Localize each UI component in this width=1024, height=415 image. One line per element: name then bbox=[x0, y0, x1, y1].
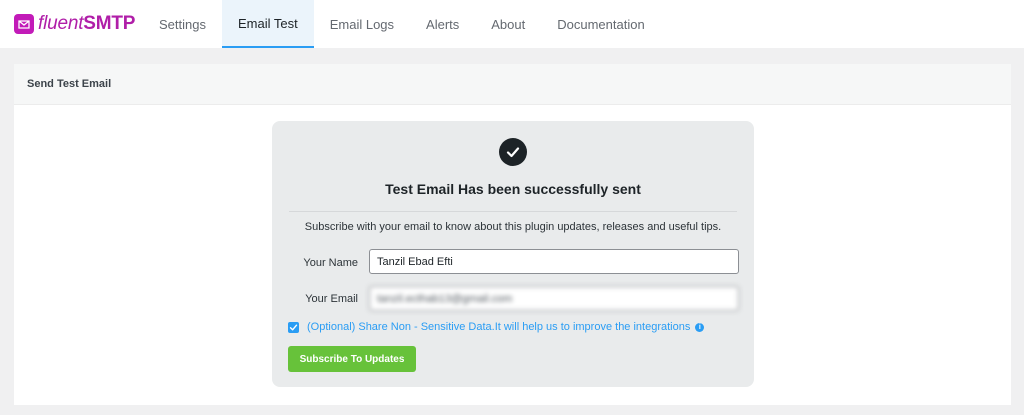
send-test-email-panel: Send Test Email Test Email Has been succ… bbox=[14, 64, 1011, 405]
info-icon[interactable]: i bbox=[695, 322, 705, 332]
email-field[interactable] bbox=[369, 286, 739, 311]
brand-logo[interactable]: fluentSMTP bbox=[0, 0, 143, 48]
top-navigation-bar: fluentSMTP Settings Email Test Email Log… bbox=[0, 0, 1024, 48]
success-title: Test Email Has been successfully sent bbox=[385, 181, 641, 197]
envelope-logo-icon bbox=[14, 14, 34, 34]
subscribe-button[interactable]: Subscribe To Updates bbox=[288, 346, 416, 372]
tab-email-test[interactable]: Email Test bbox=[221, 0, 314, 48]
email-label: Your Email bbox=[305, 293, 358, 305]
main-nav: Settings Email Test Email Logs Alerts Ab… bbox=[143, 0, 661, 48]
panel-title: Send Test Email bbox=[14, 64, 1011, 105]
optional-share-row: (Optional) Share Non - Sensitive Data.It… bbox=[288, 321, 705, 333]
tab-documentation[interactable]: Documentation bbox=[541, 0, 660, 48]
name-label: Your Name bbox=[303, 257, 358, 269]
brand-name: fluentSMTP bbox=[38, 13, 136, 34]
tab-about[interactable]: About bbox=[475, 0, 541, 48]
share-data-checkbox[interactable] bbox=[288, 321, 299, 333]
name-field[interactable] bbox=[369, 249, 739, 274]
share-data-label[interactable]: (Optional) Share Non - Sensitive Data.It… bbox=[307, 321, 690, 333]
subscribe-description: Subscribe with your email to know about … bbox=[304, 221, 722, 233]
check-circle-icon bbox=[499, 138, 527, 166]
tab-alerts[interactable]: Alerts bbox=[410, 0, 475, 48]
divider bbox=[289, 211, 737, 212]
tab-email-logs[interactable]: Email Logs bbox=[314, 0, 410, 48]
success-card: Test Email Has been successfully sent Su… bbox=[272, 121, 754, 387]
tab-settings[interactable]: Settings bbox=[143, 0, 222, 48]
